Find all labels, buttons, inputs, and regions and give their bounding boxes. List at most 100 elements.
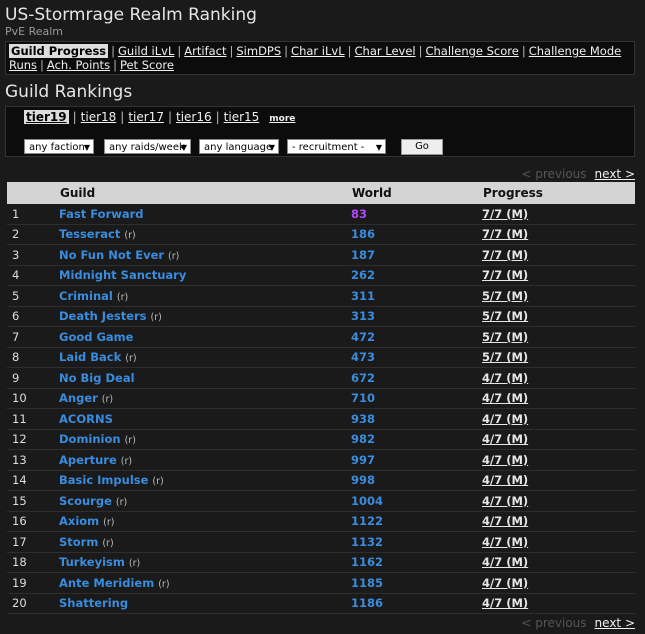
guild-link[interactable]: No Fun Not Ever (59, 248, 164, 262)
progress-link[interactable]: 4/7 (M) (482, 555, 528, 569)
world-rank-link[interactable]: 1162 (351, 555, 383, 569)
guild-link[interactable]: Death Jesters (59, 309, 147, 323)
recruiting-tag: (r) (124, 230, 136, 242)
progress-link[interactable]: 4/7 (M) (482, 514, 528, 528)
guild-link[interactable]: Ante Meridiem (59, 576, 154, 590)
progress-link[interactable]: 4/7 (M) (482, 371, 528, 385)
raids-select[interactable]: any raids/week ▼ (104, 139, 191, 154)
world-rank-link[interactable]: 262 (351, 268, 375, 282)
tab-tier15[interactable]: tier15 (224, 110, 260, 124)
world-rank-link[interactable]: 982 (351, 432, 375, 446)
world-rank-link[interactable]: 998 (351, 473, 375, 487)
world-rank-cell: 83 (351, 204, 482, 225)
faction-select[interactable]: any faction ▼ (24, 139, 94, 154)
nav-simdps[interactable]: SimDPS (236, 44, 281, 58)
guild-link[interactable]: Fast Forward (59, 207, 144, 221)
progress-link[interactable]: 4/7 (M) (482, 494, 528, 508)
recruiting-tag: (r) (103, 517, 115, 529)
rank-cell: 2 (7, 224, 59, 245)
world-rank-cell: 672 (351, 367, 482, 389)
progress-link[interactable]: 5/7 (M) (482, 289, 528, 303)
nav-artifact[interactable]: Artifact (184, 44, 226, 58)
tab-tier18[interactable]: tier18 (81, 110, 117, 124)
pager-bottom: < previous next > (521, 616, 635, 630)
next-link[interactable]: next > (595, 616, 635, 630)
progress-link[interactable]: 7/7 (M) (482, 207, 528, 221)
guild-link[interactable]: Tesseract (59, 227, 120, 241)
tab-tier17[interactable]: tier17 (128, 110, 164, 124)
world-rank-link[interactable]: 1186 (351, 596, 383, 610)
guild-cell: Scourge (r) (59, 490, 351, 512)
guild-link[interactable]: Shattering (59, 596, 128, 610)
progress-link[interactable]: 4/7 (M) (482, 596, 528, 610)
progress-link[interactable]: 4/7 (M) (482, 412, 528, 426)
world-rank-link[interactable]: 187 (351, 248, 375, 262)
progress-link[interactable]: 4/7 (M) (482, 391, 528, 405)
guild-link[interactable]: Laid Back (59, 350, 121, 364)
world-rank-link[interactable]: 1122 (351, 514, 383, 528)
progress-link[interactable]: 4/7 (M) (482, 432, 528, 446)
previous-link[interactable]: < previous (521, 167, 586, 181)
guild-link[interactable]: Midnight Sanctuary (59, 268, 186, 282)
recruiting-tag: (r) (102, 537, 114, 549)
next-link[interactable]: next > (595, 167, 635, 181)
nav-char-level[interactable]: Char Level (355, 44, 416, 58)
progress-link[interactable]: 5/7 (M) (482, 309, 528, 323)
previous-link[interactable]: < previous (521, 616, 586, 630)
table-row: 9 No Big Deal 672 4/7 (M) (7, 367, 635, 389)
guild-link[interactable]: Axiom (59, 514, 99, 528)
world-rank-link[interactable]: 186 (351, 227, 375, 241)
world-rank-link[interactable]: 1132 (351, 535, 383, 549)
world-rank-link[interactable]: 938 (351, 412, 375, 426)
table-row: 16 Axiom (r) 1122 4/7 (M) (7, 511, 635, 532)
guild-link[interactable]: Aperture (59, 453, 117, 467)
world-rank-link[interactable]: 83 (351, 207, 367, 221)
progress-link[interactable]: 7/7 (M) (482, 248, 528, 262)
world-rank-link[interactable]: 710 (351, 391, 375, 405)
more-tiers-link[interactable]: more (269, 114, 295, 124)
world-rank-link[interactable]: 1185 (351, 576, 383, 590)
progress-link[interactable]: 5/7 (M) (482, 330, 528, 344)
table-row: 3 No Fun Not Ever (r) 187 7/7 (M) (7, 244, 635, 266)
world-rank-link[interactable]: 473 (351, 350, 375, 364)
progress-link[interactable]: 4/7 (M) (482, 576, 528, 590)
nav-guild-progress[interactable]: Guild Progress (9, 44, 109, 58)
progress-link[interactable]: 5/7 (M) (482, 350, 528, 364)
guild-link[interactable]: Basic Impulse (59, 473, 148, 487)
guild-link[interactable]: Anger (59, 391, 98, 405)
nav-pet-score[interactable]: Pet Score (120, 58, 174, 72)
progress-link[interactable]: 4/7 (M) (482, 453, 528, 467)
guild-link[interactable]: Dominion (59, 432, 121, 446)
rank-cell: 7 (7, 326, 59, 348)
guild-link[interactable]: Storm (59, 535, 98, 549)
tab-tier16[interactable]: tier16 (176, 110, 212, 124)
go-button[interactable]: Go (401, 139, 443, 155)
guild-cell: Aperture (r) (59, 449, 351, 471)
guild-link[interactable]: Criminal (59, 289, 113, 303)
guild-link[interactable]: Good Game (59, 330, 133, 344)
world-rank-link[interactable]: 1004 (351, 494, 383, 508)
world-rank-cell: 1186 (351, 593, 482, 614)
world-rank-link[interactable]: 313 (351, 309, 375, 323)
guild-link[interactable]: Turkeyism (59, 555, 125, 569)
world-rank-link[interactable]: 311 (351, 289, 375, 303)
world-rank-link[interactable]: 472 (351, 330, 375, 344)
progress-link[interactable]: 4/7 (M) (482, 473, 528, 487)
guild-link[interactable]: No Big Deal (59, 371, 135, 385)
guild-link[interactable]: Scourge (59, 494, 112, 508)
guild-link[interactable]: ACORNS (59, 412, 113, 426)
progress-link[interactable]: 7/7 (M) (482, 268, 528, 282)
language-select[interactable]: any language ▼ (199, 139, 279, 154)
world-rank-link[interactable]: 672 (351, 371, 375, 385)
nav-guild-ilvl[interactable]: Guild iLvL (118, 44, 174, 58)
nav-ach-points[interactable]: Ach. Points (47, 58, 110, 72)
nav-challenge-score[interactable]: Challenge Score (425, 44, 518, 58)
table-row: 14 Basic Impulse (r) 998 4/7 (M) (7, 470, 635, 491)
table-row: 5 Criminal (r) 311 5/7 (M) (7, 285, 635, 307)
recruitment-select[interactable]: - recruitment - ▼ (287, 139, 386, 154)
world-rank-link[interactable]: 997 (351, 453, 375, 467)
progress-link[interactable]: 4/7 (M) (482, 535, 528, 549)
progress-link[interactable]: 7/7 (M) (482, 227, 528, 241)
nav-char-ilvl[interactable]: Char iLvL (291, 44, 345, 58)
tab-tier19[interactable]: tier19 (24, 110, 69, 124)
